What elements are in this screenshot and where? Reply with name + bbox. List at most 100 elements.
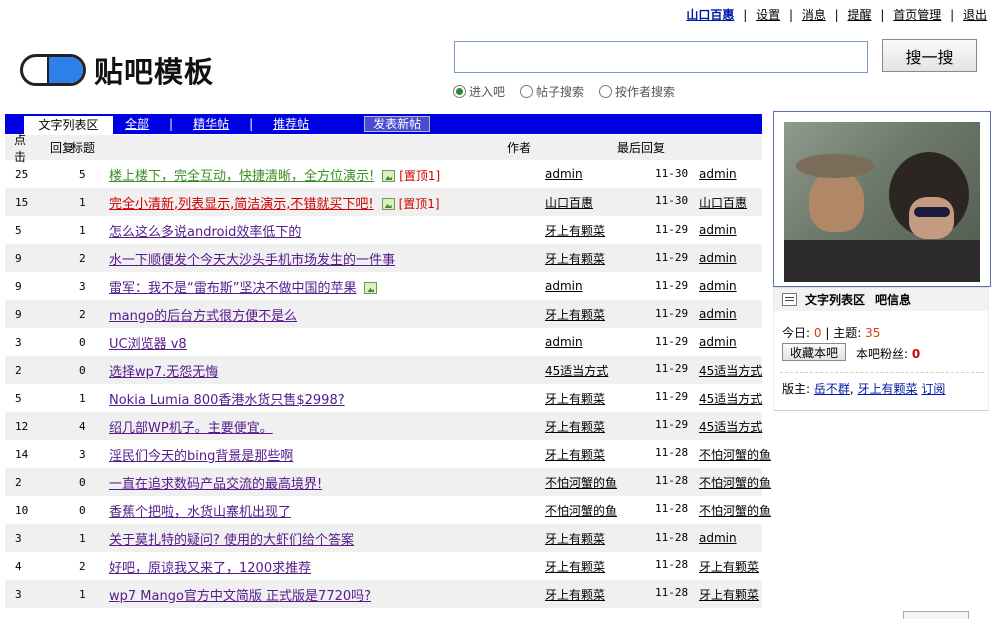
author-link[interactable]: 牙上有颗菜: [545, 560, 605, 574]
favorite-board-button[interactable]: 收藏本吧: [782, 343, 847, 361]
thread-title-link[interactable]: 水一下顺便发个今天大沙头手机市场发生的一件事: [109, 253, 395, 268]
table-row: 3 1 wp7 Mango官方中文简版 正式版是7720吗? 牙上有颗菜 11-28 牙上…: [5, 580, 762, 608]
author-link[interactable]: admin: [545, 167, 583, 181]
author-link[interactable]: 牙上有颗菜: [545, 224, 605, 238]
radio-icon[interactable]: [520, 85, 534, 98]
last-reply-user-link[interactable]: admin: [699, 335, 737, 349]
author-link[interactable]: 牙上有颗菜: [545, 392, 605, 406]
site-logo[interactable]: 贴吧模板: [20, 52, 214, 89]
messages-link[interactable]: 消息: [802, 8, 826, 22]
last-reply-cell: 11-29 admin: [655, 279, 790, 293]
thread-title-link[interactable]: 淫民们今天的bing背景是那些啊: [109, 449, 293, 464]
last-reply-user-link[interactable]: admin: [699, 307, 737, 321]
option-author-search[interactable]: 按作者搜索: [599, 83, 675, 100]
thread-title-link[interactable]: 一直在追求数码产品交流的最高境界!: [109, 477, 322, 492]
search-input[interactable]: [454, 41, 868, 73]
last-reply-user-link[interactable]: 不怕河蟹的鱼: [699, 502, 771, 519]
table-row: 3 0 UC浏览器 v8 admin 11-29 admin: [5, 328, 762, 356]
click-count: 5: [15, 391, 22, 405]
homepage-admin-link[interactable]: 首页管理: [893, 8, 941, 22]
thread-title-link[interactable]: wp7 Mango官方中文简版 正式版是7720吗?: [109, 589, 371, 604]
author-link[interactable]: 牙上有颗菜: [545, 532, 605, 546]
reminders-link[interactable]: 提醒: [848, 8, 872, 22]
author-link[interactable]: 牙上有颗菜: [545, 420, 605, 434]
option-post-search[interactable]: 帖子搜索: [520, 83, 584, 100]
click-count: 14: [15, 447, 29, 461]
last-reply-user-link[interactable]: admin: [699, 251, 737, 265]
tab-recommended[interactable]: 推荐帖: [273, 114, 309, 134]
last-reply-date: 11-29: [655, 335, 689, 348]
thread-title-link[interactable]: Nokia Lumia 800香港水货只售$2998?: [109, 393, 345, 408]
thread-title-cell: 淫民们今天的bing背景是那些啊: [109, 445, 545, 464]
last-reply-user-link[interactable]: admin: [699, 531, 737, 545]
author-link[interactable]: 不怕河蟹的鱼: [545, 504, 617, 518]
bottom-widget[interactable]: [903, 611, 969, 619]
thread-title-link[interactable]: 怎么这么多说android效率低下的: [109, 225, 301, 240]
last-reply-user-link[interactable]: 牙上有颗菜: [699, 558, 759, 575]
author-cell: admin: [545, 279, 655, 293]
admin-link[interactable]: 牙上有颗菜: [858, 382, 918, 396]
thread-title-link[interactable]: 好吧，原谅我又来了，1200求推荐: [109, 561, 311, 576]
admin-link[interactable]: 岳不群: [814, 382, 850, 396]
last-reply-user-link[interactable]: admin: [699, 167, 737, 181]
thread-title-link[interactable]: 绍几部WP机子。主要便宜。: [109, 421, 273, 436]
author-cell: 牙上有颗菜: [545, 530, 655, 547]
click-count: 3: [15, 335, 22, 349]
last-reply-user-link[interactable]: admin: [699, 279, 737, 293]
radio-selected-icon[interactable]: [453, 85, 466, 98]
last-reply-user-link[interactable]: 45适当方式: [699, 418, 762, 435]
author-link[interactable]: admin: [545, 335, 583, 349]
thread-title-link[interactable]: 关于莫扎特的疑问? 使用的大虾们给个答案: [109, 533, 354, 548]
reply-count: 2: [79, 251, 86, 265]
author-link[interactable]: 牙上有颗菜: [545, 588, 605, 602]
tab-featured[interactable]: 精华帖: [193, 114, 229, 134]
board-info-label: 吧信息: [875, 293, 912, 307]
last-reply-date: 11-28: [655, 531, 689, 544]
thread-table-header: 点击 回复 标题 作者 最后回复: [5, 133, 762, 164]
board-photo: [784, 122, 980, 282]
click-count: 9: [15, 279, 22, 293]
tab-text-list[interactable]: 文字列表区: [24, 116, 113, 134]
last-reply-user-link[interactable]: 不怕河蟹的鱼: [699, 446, 771, 463]
last-reply-user-link[interactable]: 山口百惠: [699, 194, 747, 211]
thread-title-link[interactable]: 香蕉个把啦，水货山寨机出现了: [109, 505, 291, 520]
author-link[interactable]: 45适当方式: [545, 364, 608, 378]
settings-link[interactable]: 设置: [756, 8, 780, 22]
thread-title-link[interactable]: 楼上楼下，完全互动，快捷清晰，全方位演示!: [109, 169, 374, 184]
last-reply-date: 11-29: [655, 361, 689, 375]
last-reply-cell: 11-28 牙上有颗菜: [655, 586, 790, 603]
thread-title-link[interactable]: mango的后台方式很方便不是么: [109, 309, 297, 324]
thread-title-link[interactable]: UC浏览器 v8: [109, 337, 187, 352]
nav-separator: |: [743, 8, 748, 22]
last-reply-user-link[interactable]: admin: [699, 223, 737, 237]
logout-link[interactable]: 退出: [963, 8, 987, 22]
new-post-button[interactable]: 发表新帖: [364, 116, 431, 132]
thread-title-link[interactable]: 选择wp7.无怨无悔: [109, 365, 218, 380]
author-link[interactable]: 牙上有颗菜: [545, 252, 605, 266]
search-button[interactable]: 搜一搜: [882, 39, 977, 72]
reply-count: 1: [79, 391, 86, 405]
reply-count: 4: [79, 419, 86, 433]
last-reply-user-link[interactable]: 不怕河蟹的鱼: [699, 474, 771, 491]
thread-title-link[interactable]: 完全小清新,列表显示,简洁演示,不错就买下吧!: [109, 197, 374, 212]
subscribe-link[interactable]: 订阅: [921, 382, 945, 396]
author-cell: 牙上有颗菜: [545, 558, 655, 575]
image-icon: [382, 170, 396, 182]
table-row: 9 2 mango的后台方式很方便不是么 牙上有颗菜 11-29 admin: [5, 300, 762, 328]
board-photo-frame: [773, 111, 991, 287]
user-link[interactable]: 山口百惠: [686, 8, 734, 22]
author-link[interactable]: 牙上有颗菜: [545, 308, 605, 322]
tab-all[interactable]: 全部: [125, 114, 149, 134]
last-reply-user-link[interactable]: 牙上有颗菜: [699, 586, 759, 603]
radio-icon[interactable]: [599, 85, 613, 98]
author-link[interactable]: admin: [545, 279, 583, 293]
author-link[interactable]: 不怕河蟹的鱼: [545, 476, 617, 490]
author-link[interactable]: 山口百惠: [545, 196, 593, 210]
thread-title-link[interactable]: 雷军：我不是“雷布斯”坚决不做中国的苹果: [109, 281, 356, 296]
thread-title-cell: 一直在追求数码产品交流的最高境界!: [109, 473, 545, 492]
option-enter-board[interactable]: 进入吧: [453, 83, 505, 100]
last-reply-user-link[interactable]: 45适当方式: [699, 362, 762, 379]
last-reply-user-link[interactable]: 45适当方式: [699, 390, 762, 407]
author-link[interactable]: 牙上有颗菜: [545, 448, 605, 462]
click-count: 3: [15, 587, 22, 601]
